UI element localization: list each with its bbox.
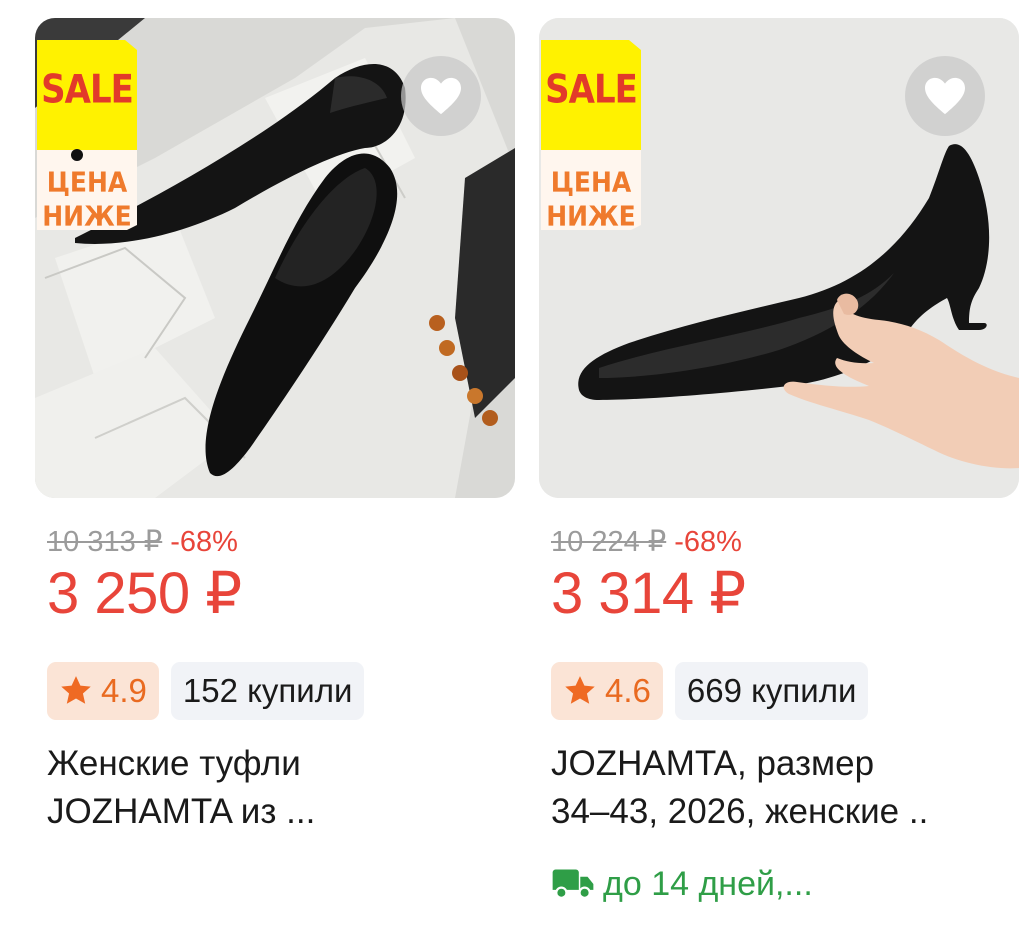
rating-chip[interactable]: 4.9 — [47, 662, 159, 720]
old-price-row: 10 313 ₽ -68% — [47, 524, 238, 560]
product-stats: 4.9 152 купили — [47, 662, 365, 720]
product-photo[interactable]: SALE ЦЕНА НИЖЕ — [35, 18, 515, 498]
discount-percent: -68% — [674, 526, 742, 558]
price-lower-label: ЦЕНА НИЖЕ — [546, 166, 636, 232]
old-price-row: 10 224 ₽ -68% — [551, 524, 742, 560]
star-icon — [565, 676, 595, 704]
sale-label: SALE — [545, 67, 638, 113]
sale-badge: SALE ЦЕНА НИЖЕ — [541, 40, 641, 232]
bought-count-chip: 152 купили — [170, 662, 365, 720]
product-title[interactable]: Женские туфли JOZHAMTA из ... — [47, 740, 507, 836]
old-price: 10 224 ₽ — [551, 526, 667, 558]
star-icon — [61, 676, 91, 704]
heart-icon — [421, 77, 461, 115]
product-stats: 4.6 669 купили — [551, 662, 869, 720]
product-photo[interactable]: SALE ЦЕНА НИЖЕ — [539, 18, 1019, 498]
current-price: 3 314 ₽ — [551, 561, 746, 626]
bought-count-chip: 669 купили — [674, 662, 869, 720]
product-title[interactable]: JOZHAMTA, размер 34–43, 2026, женские .. — [551, 740, 1011, 836]
delivery-info[interactable]: до 14 дней,... — [551, 860, 813, 908]
sale-label: SALE — [41, 67, 134, 113]
sale-badge: SALE ЦЕНА НИЖЕ — [37, 40, 137, 232]
discount-percent: -68% — [170, 526, 238, 558]
product-card[interactable]: SALE ЦЕНА НИЖЕ 10 224 ₽ -68% 3 314 ₽ 4.6… — [539, 0, 1019, 943]
current-price: 3 250 ₽ — [47, 561, 242, 626]
price-lower-label: ЦЕНА НИЖЕ — [42, 166, 132, 232]
product-card[interactable]: SALE ЦЕНА НИЖЕ 10 313 ₽ -68% 3 250 ₽ 4.9… — [35, 0, 515, 943]
rating-value: 4.6 — [605, 672, 651, 709]
heart-icon — [925, 77, 965, 115]
truck-icon — [552, 869, 594, 899]
old-price: 10 313 ₽ — [47, 526, 163, 558]
favorite-button[interactable] — [905, 56, 985, 136]
delivery-text: до 14 дней,... — [603, 864, 813, 903]
favorite-button[interactable] — [401, 56, 481, 136]
rating-chip[interactable]: 4.6 — [551, 662, 663, 720]
product-grid: SALE ЦЕНА НИЖЕ 10 313 ₽ -68% 3 250 ₽ 4.9… — [0, 0, 1019, 943]
rating-value: 4.9 — [101, 672, 147, 709]
